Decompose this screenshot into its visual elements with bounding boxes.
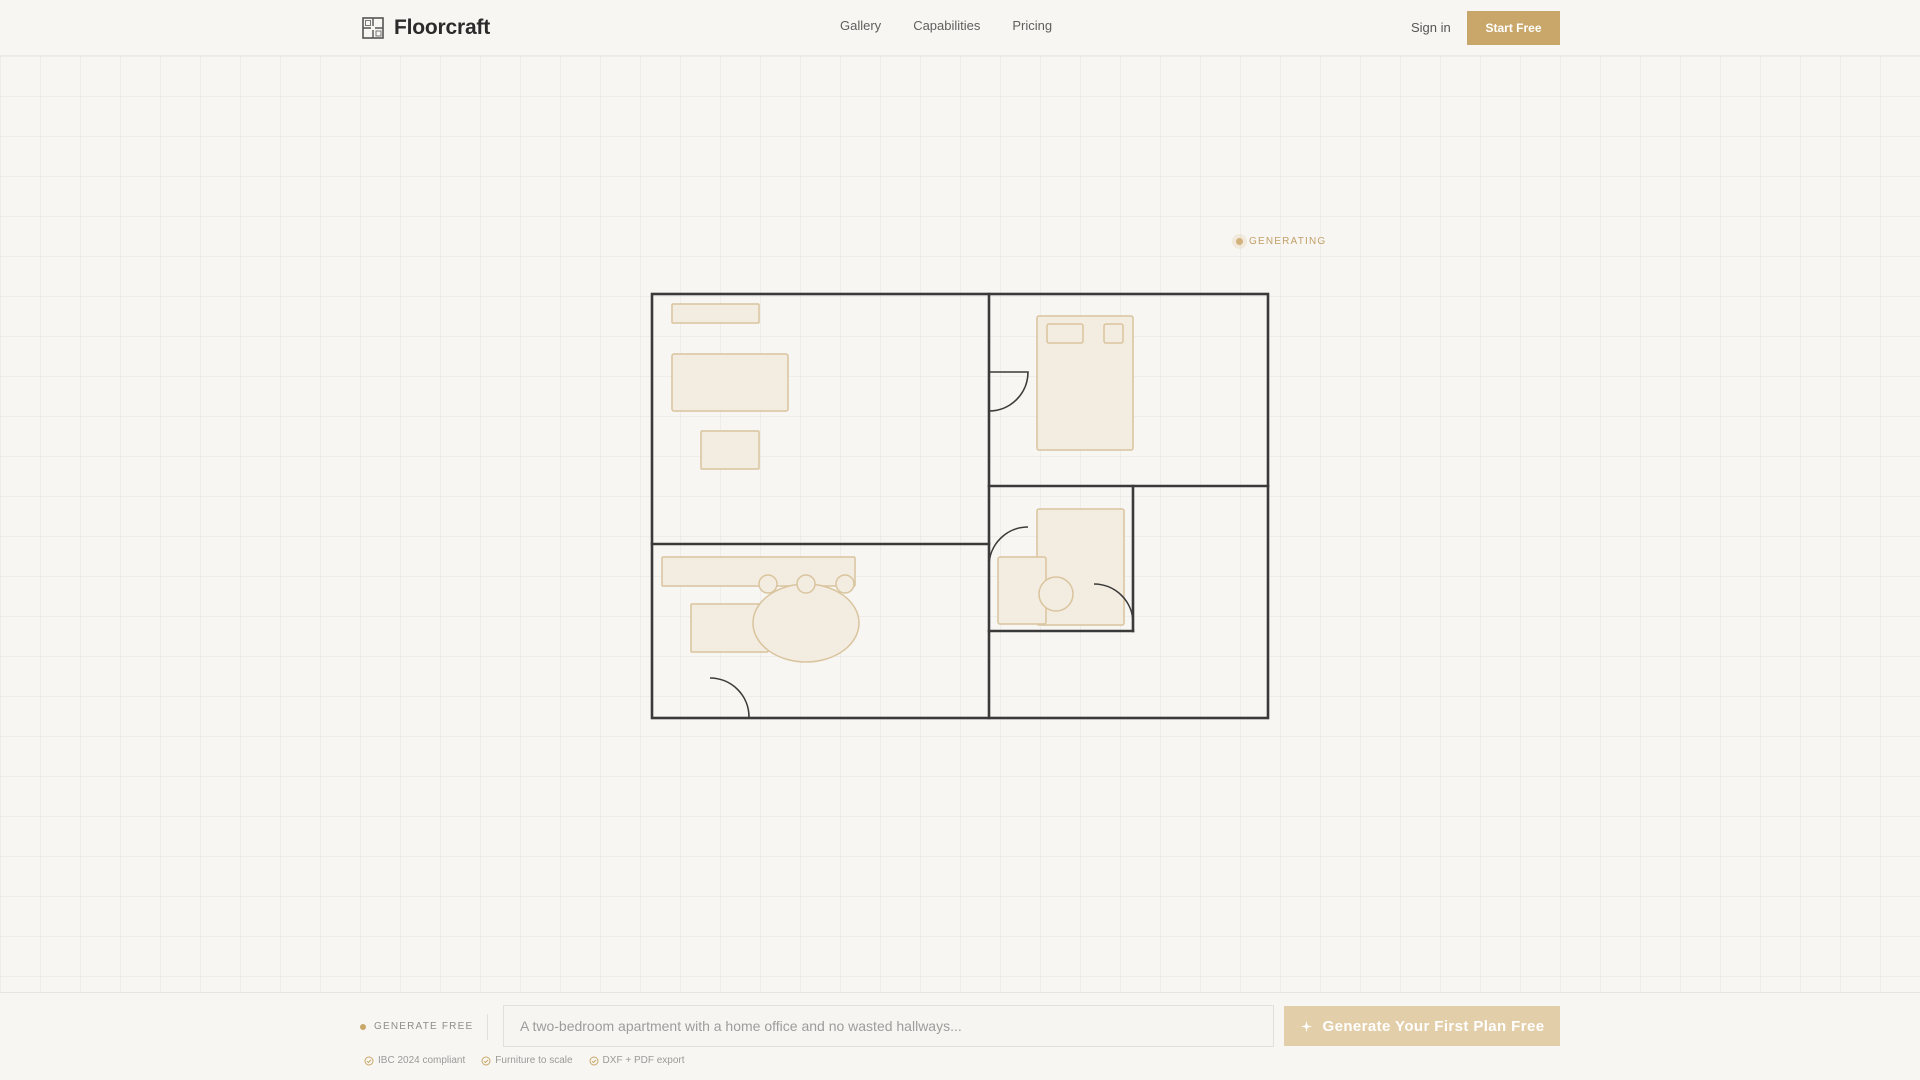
sign-in-link[interactable]: Sign in (1411, 20, 1451, 35)
site-header: Floorcraft Gallery Capabilities Pricing … (0, 0, 1920, 56)
feature-item: IBC 2024 compliant (364, 1055, 465, 1066)
feature-list: IBC 2024 compliant Furniture to scale DX… (364, 1055, 685, 1066)
sparkle-icon (1300, 1020, 1312, 1032)
tv-console (671, 303, 760, 324)
prompt-input[interactable] (503, 1005, 1274, 1047)
nav-pricing[interactable]: Pricing (1012, 18, 1052, 33)
divider (487, 1014, 488, 1040)
feature-item: DXF + PDF export (589, 1055, 685, 1066)
furniture (661, 303, 1134, 663)
feature-text: IBC 2024 compliant (378, 1055, 466, 1066)
office-chair (1038, 576, 1074, 612)
nav-capabilities[interactable]: Capabilities (913, 18, 980, 33)
pillow (1103, 323, 1124, 344)
generate-plan-button[interactable]: Generate Your First Plan Free (1284, 1006, 1560, 1046)
generate-dot-icon (360, 1023, 366, 1030)
status-label: GENERATING (1249, 236, 1327, 247)
floor-plan-drawing (650, 292, 1270, 720)
coffee-table (700, 430, 760, 470)
door-swing (988, 371, 1029, 412)
generate-free-text: GENERATE FREE (374, 1021, 474, 1032)
dining-chair (796, 574, 816, 594)
sofa (671, 353, 789, 412)
start-free-button[interactable]: Start Free (1467, 11, 1560, 45)
check-circle-icon (481, 1056, 491, 1065)
check-circle-icon (589, 1056, 599, 1065)
door-swing (709, 677, 750, 718)
status-dot-icon (1236, 238, 1243, 245)
feature-item: Furniture to scale (481, 1055, 573, 1066)
dining-chair (758, 574, 778, 594)
generate-bar: GENERATE FREE Generate Your First Plan F… (0, 992, 1920, 1080)
generate-plan-label: Generate Your First Plan Free (1322, 1017, 1545, 1035)
brand[interactable]: Floorcraft (362, 14, 490, 42)
feature-text: Furniture to scale (495, 1055, 573, 1066)
nav-gallery[interactable]: Gallery (840, 18, 881, 33)
floorplan-logo-icon (362, 17, 384, 39)
pillow (1046, 323, 1084, 344)
dining-chair (835, 574, 855, 594)
feature-text: DXF + PDF export (602, 1055, 685, 1066)
check-circle-icon (364, 1056, 374, 1065)
brand-name: Floorcraft (394, 16, 491, 39)
generating-status: GENERATING (1236, 236, 1326, 247)
main-nav: Gallery Capabilities Pricing (840, 18, 1052, 33)
kitchen-counter (661, 556, 856, 587)
dining-table (752, 583, 860, 663)
generate-free-label: GENERATE FREE (360, 1021, 473, 1032)
